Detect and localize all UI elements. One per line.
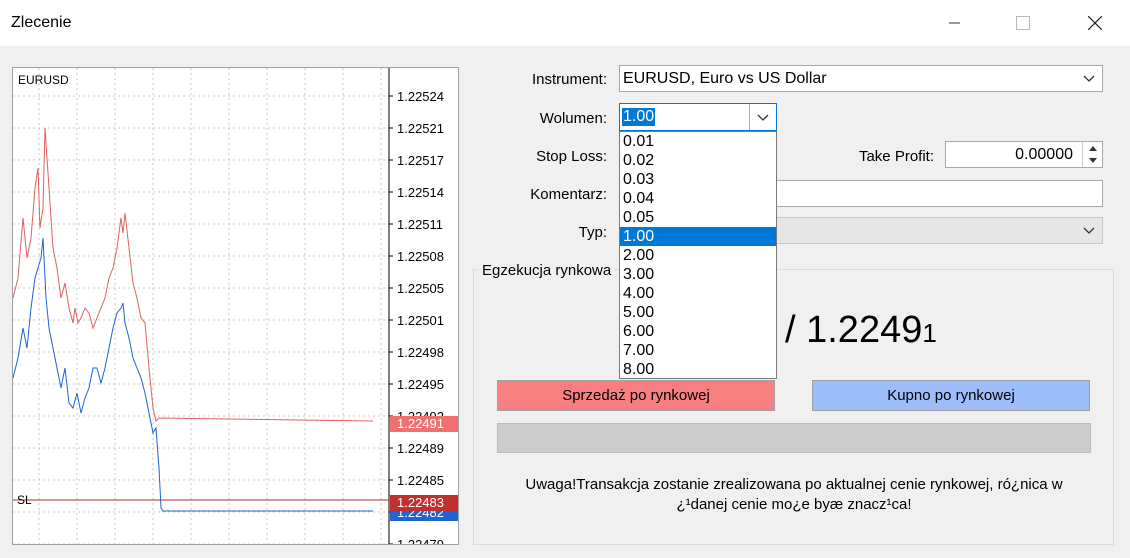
chart-canvas: 1.22524 1.22521 1.22517 1.22514 1.22511 1.225… — [13, 68, 458, 545]
volume-option[interactable]: 4.00 — [620, 284, 776, 303]
price-tick-label: 1.22489 — [397, 441, 444, 456]
type-label: Typ: — [578, 224, 607, 241]
volume-option[interactable]: 0.04 — [620, 189, 776, 208]
take-profit-input[interactable]: 0.00000 — [945, 141, 1103, 168]
minimize-button[interactable] — [932, 0, 978, 46]
instrument-select[interactable]: EURUSD, Euro vs US Dollar — [619, 65, 1103, 92]
price-tick-label: 1.22511 — [397, 217, 443, 232]
volume-value[interactable]: 1.00 — [622, 108, 656, 126]
price-display: / 1.22491 — [785, 309, 937, 352]
price-tick-label: 1.22521 — [397, 121, 444, 136]
volume-option[interactable]: 6.00 — [620, 322, 776, 341]
price-tick-label: 1.22508 — [397, 249, 444, 264]
price-tick-label: 1.22485 — [397, 473, 444, 488]
comment-label: Komentarz: — [530, 186, 607, 203]
instrument-label: Instrument: — [531, 71, 607, 88]
price-tick-label: 1.22501 — [397, 313, 444, 328]
chevron-down-icon — [1083, 75, 1095, 82]
take-profit-label: Take Profit: — [858, 148, 934, 165]
chart-symbol: EURUSD — [18, 73, 69, 87]
close-button[interactable] — [1072, 0, 1118, 46]
volume-option[interactable]: 0.01 — [620, 132, 776, 151]
volume-option[interactable]: 8.00 — [620, 360, 776, 379]
take-profit-value: 0.00000 — [1015, 146, 1073, 163]
tick-chart: 1.22524 1.22521 1.22517 1.22514 1.22511 1.225… — [12, 67, 459, 545]
volume-option[interactable]: 2.00 — [620, 246, 776, 265]
current-ask-tag-label: 1.22491 — [397, 416, 444, 431]
market-execution-title: Egzekucja rynkowa — [479, 262, 615, 279]
execution-progress-bar — [497, 423, 1091, 453]
warning-line-2: ¿¹danej cenie mo¿e byæ znacz¹ca! — [676, 496, 912, 513]
execution-warning: Uwaga!Transakcja zostanie zrealizowana p… — [497, 475, 1091, 515]
ask-price-pip: 1 — [922, 318, 937, 348]
volume-option[interactable]: 3.00 — [620, 265, 776, 284]
volume-option[interactable]: 5.00 — [620, 303, 776, 322]
volume-option[interactable]: 7.00 — [620, 341, 776, 360]
stop-loss-label: SL — [17, 493, 32, 507]
chevron-down-icon — [757, 114, 769, 121]
volume-combobox[interactable]: 1.00 — [619, 103, 777, 131]
price-tick-label: 1.22505 — [397, 281, 444, 296]
buy-market-label: Kupno po rynkowej — [887, 387, 1015, 404]
price-tick-label: 1.22498 — [397, 345, 444, 360]
minimize-icon — [949, 22, 960, 24]
volume-option[interactable]: 0.05 — [620, 208, 776, 227]
volume-option[interactable]: 1.00 — [620, 227, 776, 246]
chevron-down-icon — [1083, 227, 1095, 234]
stop-loss-label: Stop Loss: — [536, 148, 607, 165]
price-tick-label: 1.22495 — [397, 377, 444, 392]
buy-market-button[interactable]: Kupno po rynkowej — [812, 380, 1090, 411]
take-profit-spinner[interactable] — [1082, 142, 1102, 167]
spin-down-icon[interactable] — [1083, 154, 1102, 166]
price-tick-label: 1.22517 — [397, 153, 444, 168]
sell-market-button[interactable]: Sprzedaż po rynkowej — [497, 380, 775, 411]
spin-up-icon[interactable] — [1083, 142, 1102, 154]
ask-price: / 1.2249 — [785, 309, 923, 351]
price-tick-label: 1.22524 — [397, 89, 444, 104]
window-title: Zlecenie — [11, 14, 72, 31]
volume-label: Wolumen: — [539, 110, 607, 127]
instrument-value: EURUSD, Euro vs US Dollar — [623, 70, 827, 87]
volume-option[interactable]: 0.03 — [620, 170, 776, 189]
warning-line-1: Uwaga!Transakcja zostanie zrealizowana p… — [525, 476, 1063, 493]
bid-price-line — [13, 237, 373, 512]
price-tick-label: 1.22479 — [397, 537, 444, 545]
price-tick-label: 1.22514 — [397, 185, 444, 200]
ask-price-line — [13, 127, 374, 422]
volume-dropdown-list[interactable]: 0.01 0.02 0.03 0.04 0.05 1.00 2.00 3.00 4.00 5.00… — [619, 131, 777, 379]
title-bar: Zlecenie — [0, 0, 1130, 46]
volume-dropdown-button[interactable] — [749, 104, 776, 130]
volume-option[interactable]: 0.02 — [620, 151, 776, 170]
sell-market-label: Sprzedaż po rynkowej — [562, 387, 710, 404]
maximize-icon — [1016, 16, 1030, 30]
close-icon — [1088, 16, 1102, 30]
maximize-button[interactable] — [1000, 0, 1046, 46]
stop-loss-price-tag-label: 1.22483 — [397, 495, 444, 510]
